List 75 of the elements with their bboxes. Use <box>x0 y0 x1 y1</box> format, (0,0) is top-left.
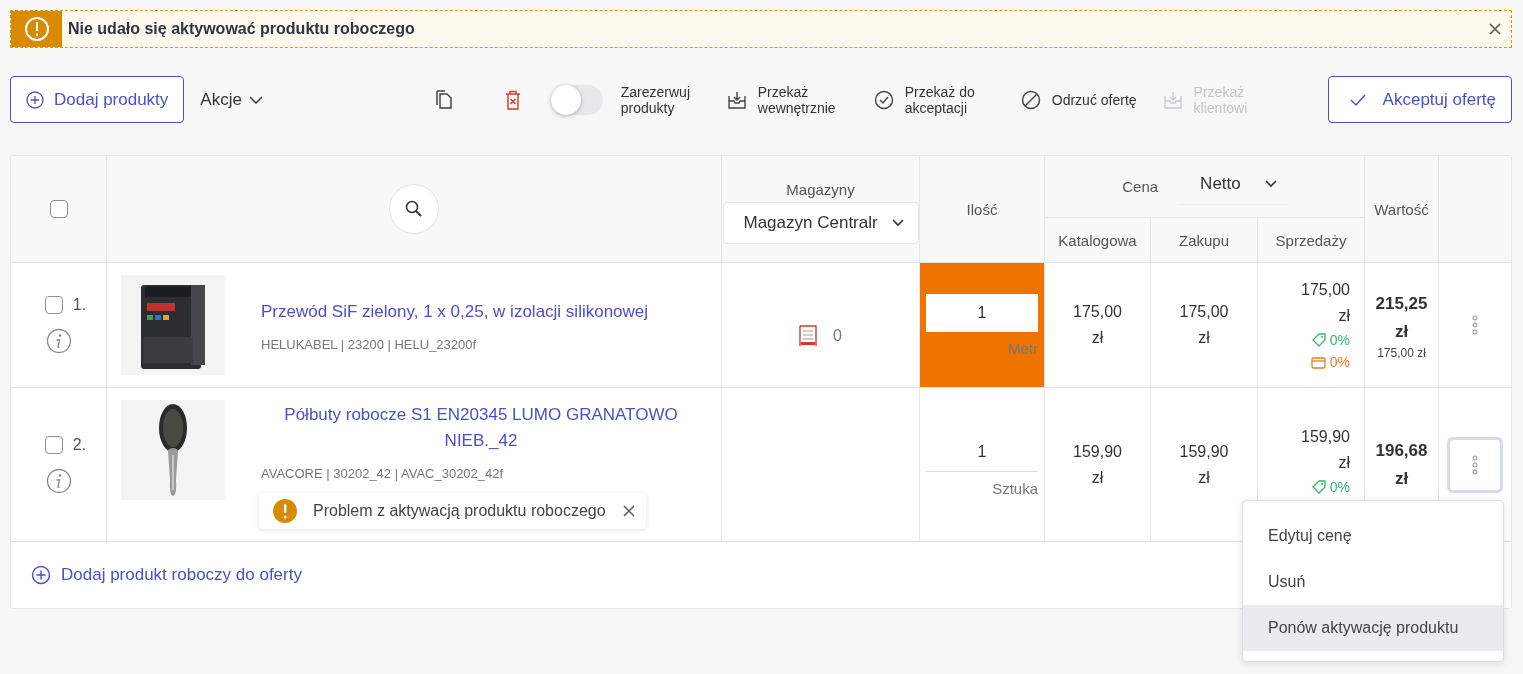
notice-text: Problem z aktywacją produktu roboczego <box>313 502 606 520</box>
menu-item[interactable]: Ponów aktywację produktu <box>1243 605 1503 651</box>
discount-value: 0% <box>1329 478 1350 497</box>
reserve-label: Zarezerwuj produkty <box>620 83 691 116</box>
check-circle-icon <box>873 89 894 110</box>
toolbar-action[interactable]: Odrzuć ofertę <box>1020 89 1137 110</box>
total-value: 196,68 zł <box>1374 439 1429 490</box>
row-number: 1. <box>72 296 87 314</box>
row-checkbox[interactable] <box>44 435 63 454</box>
more-icon <box>1472 454 1478 475</box>
column-header: Katalogowa <box>1058 231 1137 249</box>
close-icon[interactable] <box>621 504 636 518</box>
info-icon[interactable] <box>45 467 72 494</box>
purchase-price: 175,00 zł <box>1178 302 1230 348</box>
total-value: 215,25 zł <box>1374 293 1429 343</box>
warning-icon <box>273 499 297 523</box>
info-icon[interactable] <box>45 328 72 354</box>
margin-value: 0% <box>1329 353 1350 372</box>
sales-price: 175,00 zł <box>1300 280 1350 326</box>
alert-message: Nie udało się aktywować produktu roboczego <box>68 20 416 38</box>
quantity-field[interactable]: 1 <box>926 293 1038 332</box>
unit-label: Metr <box>1008 339 1038 357</box>
purchase-price: 159,90 zł <box>1178 441 1230 488</box>
row-number: 2. <box>72 435 87 454</box>
plus-icon <box>26 90 44 109</box>
unit-label: Sztuka <box>992 479 1038 497</box>
column-header: Zakupu <box>1178 231 1229 249</box>
more-icon <box>1472 315 1478 335</box>
close-icon[interactable] <box>1488 22 1502 36</box>
search-button[interactable] <box>389 184 439 234</box>
check-icon <box>1348 92 1367 107</box>
chevron-down-icon <box>891 218 904 227</box>
tray-icon <box>1162 89 1183 110</box>
product-link[interactable]: Przewód SiF zielony, 1 x 0,25, w izolacji silikonowej <box>261 299 649 325</box>
add-draft-product-link[interactable]: Dodaj produkt roboczy do oferty <box>31 565 302 585</box>
ban-icon <box>1020 89 1041 110</box>
toolbar-action[interactable]: Przekaż do akceptacji <box>873 83 995 116</box>
column-header: Ilość <box>966 200 998 218</box>
column-header: Cena <box>1122 178 1159 195</box>
menu-item[interactable]: Edytuj cenę <box>1243 513 1503 559</box>
stock-icon <box>799 325 818 347</box>
tray-icon <box>726 89 747 110</box>
catalog-price: 175,00 zł <box>1072 302 1123 348</box>
warehouse-select[interactable]: Magazyn Centralr <box>722 201 919 244</box>
product-codes: AVACORE | 30202_42 | AVAC_30202_42f <box>261 466 504 481</box>
column-header: Wartość <box>1374 200 1429 218</box>
quantity-field[interactable]: 1 <box>926 432 1038 472</box>
discount-value: 0% <box>1329 331 1350 350</box>
reserve-toggle[interactable] <box>550 84 603 115</box>
unit-value: 175,00 zł <box>1377 346 1426 360</box>
search-icon <box>404 199 424 219</box>
price-mode-select[interactable]: Netto <box>1180 168 1287 205</box>
chevron-down-icon <box>247 94 264 105</box>
product-link[interactable]: Półbuty robocze S1 EN20345 LUMO GRANATOWO NIEB._42 <box>261 402 691 454</box>
column-header: Sprzedaży <box>1275 231 1347 249</box>
warning-icon <box>23 16 50 42</box>
copy-icon[interactable] <box>434 89 453 110</box>
accept-offer-button[interactable]: Akceptuj ofertę <box>1327 76 1512 123</box>
delete-icon[interactable] <box>504 89 521 110</box>
chevron-down-icon <box>1264 180 1277 188</box>
add-products-button[interactable]: Dodaj produkty <box>10 76 185 123</box>
wallet-icon <box>1310 355 1326 369</box>
column-header: Magazyny <box>786 180 855 198</box>
product-codes: HELUKABEL | 23200 | HELU_23200f <box>261 337 478 352</box>
catalog-price: 159,90 zł <box>1072 441 1123 488</box>
actions-menu[interactable]: Akcje <box>194 88 270 111</box>
sales-price: 159,90 zł <box>1300 427 1350 473</box>
toolbar-action[interactable]: Przekaż wewnętrznie <box>726 83 848 116</box>
menu-item[interactable]: Usuń <box>1243 559 1503 605</box>
row-checkbox[interactable] <box>44 296 63 314</box>
select-all-checkbox[interactable] <box>49 200 68 218</box>
tag-icon <box>1311 333 1326 347</box>
stock-count: 0 <box>833 327 842 345</box>
tag-icon <box>1311 480 1326 494</box>
plus-icon <box>31 565 51 585</box>
